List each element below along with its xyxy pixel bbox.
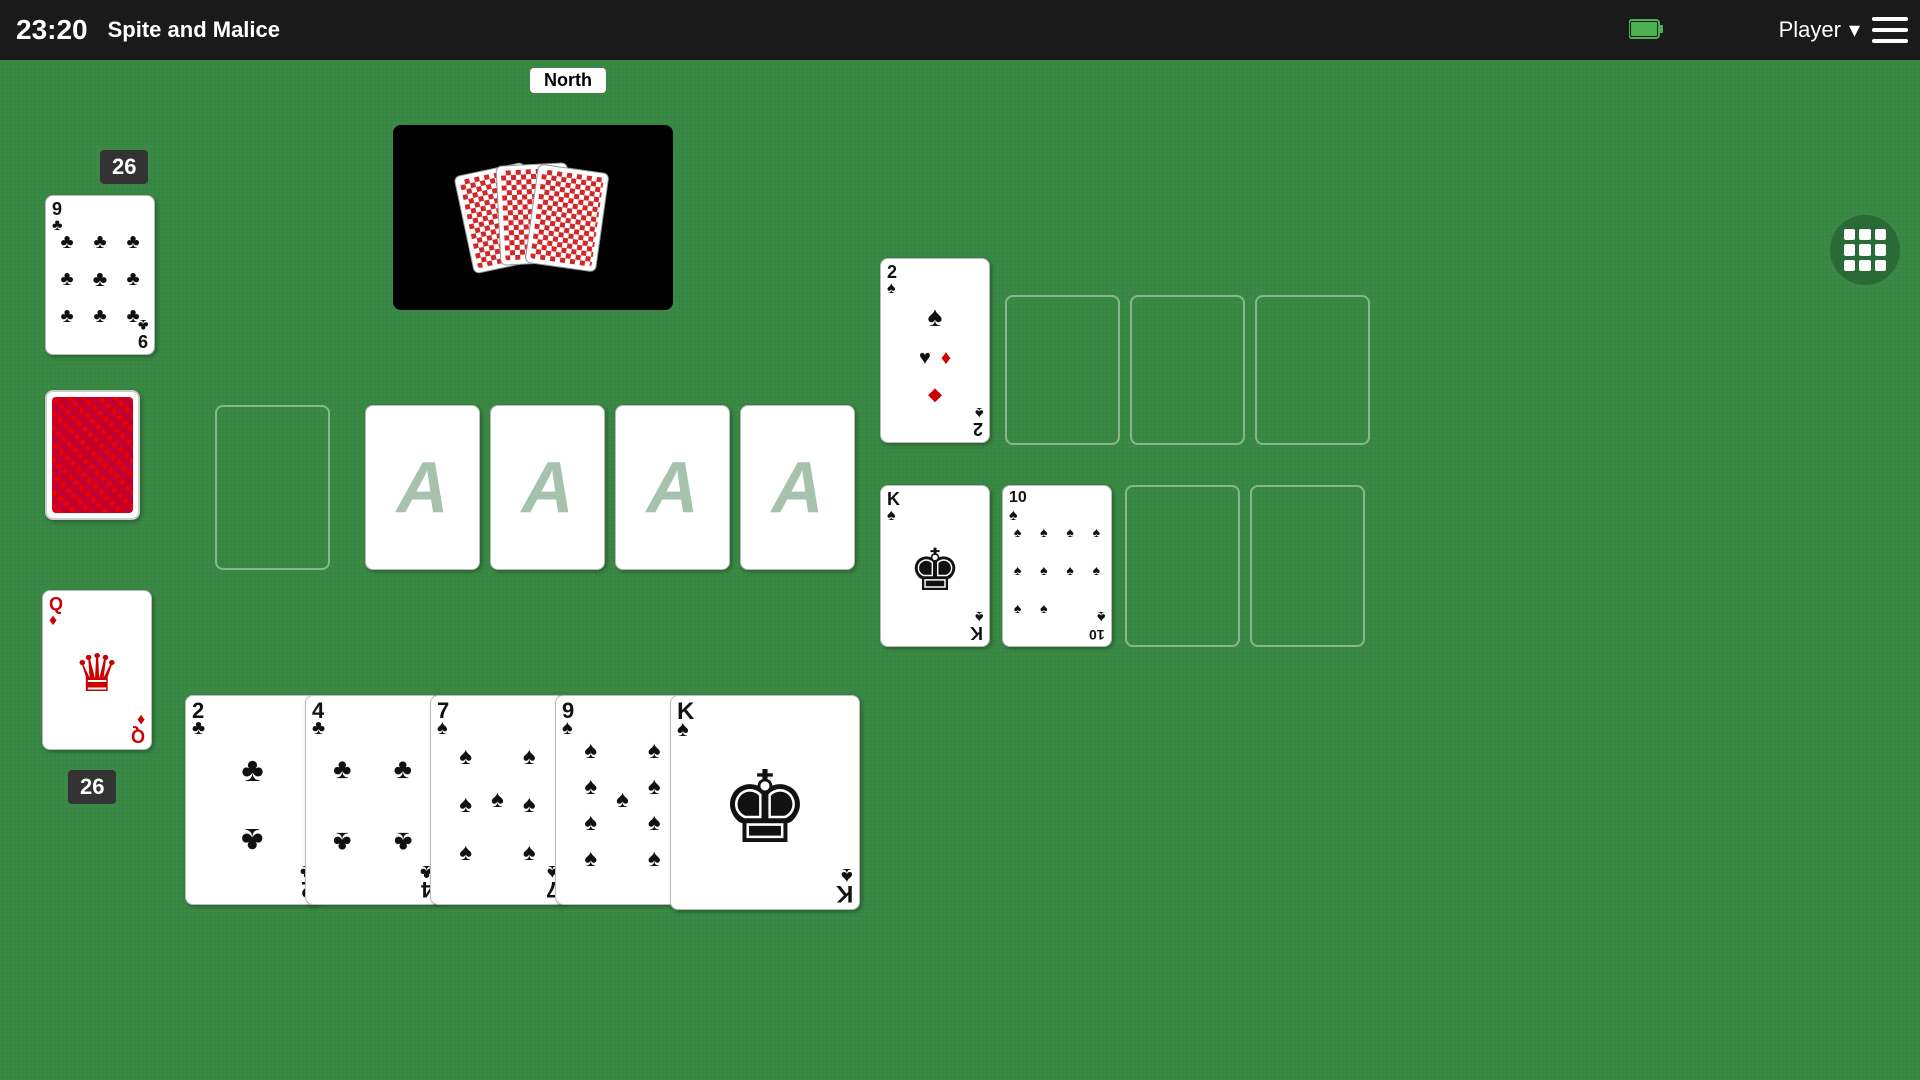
hand-card-4clubs[interactable]: 4 ♣ ♣ ♣ ♣ ♣ 4 ♣ [305,695,440,905]
ten-suit-bottom: ♠ [1097,608,1106,624]
north-score: 26 [100,150,148,184]
player-arrow: ▾ [1849,17,1860,43]
hand-card-2clubs[interactable]: 2 ♣ ♣ ♣ 2 ♣ [185,695,320,905]
app-title: Spite and Malice [108,17,280,43]
player-stock-back[interactable] [45,390,140,520]
king-rank-bottom: K [970,624,983,642]
menu-line-3 [1872,39,1908,43]
queen-suit-bottom: ♦ [137,711,145,727]
menu-button[interactable] [1860,0,1920,60]
hand-card-kingspades[interactable]: K ♠ ♚ K ♠ [670,695,860,910]
ten-rank: 10 [1009,490,1027,506]
right-placeholder-1[interactable] [1005,295,1120,445]
north-label: North [530,68,606,93]
right-placeholder-2[interactable] [1130,295,1245,445]
north-card-3 [524,163,609,272]
two-suit-bottom: ♠ [975,404,984,420]
discard-pile-2[interactable]: A [490,405,605,570]
discard-pile-3[interactable]: A [615,405,730,570]
hand-card-7spades[interactable]: 7 ♠ ♠ ♠ ♠ ♠ ♠ ♠ ♠ 7 ♠ [430,695,565,905]
card-back-pattern [52,397,133,513]
battery-icon [1629,18,1665,40]
game-area: North 26 9 ♣ ♣ ♣ ♣ ♣ ♣ [0,60,1920,1080]
south-score: 26 [68,770,116,804]
grid-button[interactable] [1830,215,1900,285]
player-label: Player [1779,17,1841,43]
right-placeholder-5[interactable] [1250,485,1365,647]
menu-line-2 [1872,28,1908,32]
opponent-stock-card[interactable]: 9 ♣ ♣ ♣ ♣ ♣ ♣ ♣ ♣ ♣ ♣ 9 ♣ [45,195,155,355]
player-stock-top-card[interactable]: Q ♦ ♛ Q ♦ [42,590,152,750]
king-rank: K [887,490,900,508]
card-rank: 9 [52,200,62,218]
card-suit-bottom: ♣ [138,316,149,332]
king-spades-card[interactable]: K ♠ ♚ K ♠ [880,485,990,647]
card-rank-bottom: 9 [138,332,148,350]
discard-placeholder-1[interactable] [215,405,330,570]
ten-spades-card[interactable]: 10 ♠ ♠ ♠ ♠ ♠ ♠ ♠ ♠ ♠ ♠ ♠ 10 ♠ [1002,485,1112,647]
ten-rank-bottom: 10 [1089,628,1105,642]
menu-line-1 [1872,17,1908,21]
discard-pile-1[interactable]: A [365,405,480,570]
right-placeholder-3[interactable] [1255,295,1370,445]
queen-rank-bottom: Q [131,727,145,745]
two-rank-bottom: 2 [973,420,983,438]
right-placeholder-4[interactable] [1125,485,1240,647]
king-suit-bottom: ♠ [975,608,984,624]
opponent-play-card[interactable]: 2 ♠ ♠ ♥ ♦ ◆ 2 ♠ [880,258,990,443]
player-button[interactable]: Player ▾ [1779,0,1860,60]
north-hand [393,125,673,310]
topbar: 23:20 Spite and Malice Player ▾ [0,0,1920,60]
queen-rank: Q [49,595,63,613]
discard-pile-4[interactable]: A [740,405,855,570]
two-spades-rank: 2 [887,263,897,281]
clock: 23:20 [16,14,88,46]
grid-icon [1844,229,1886,271]
